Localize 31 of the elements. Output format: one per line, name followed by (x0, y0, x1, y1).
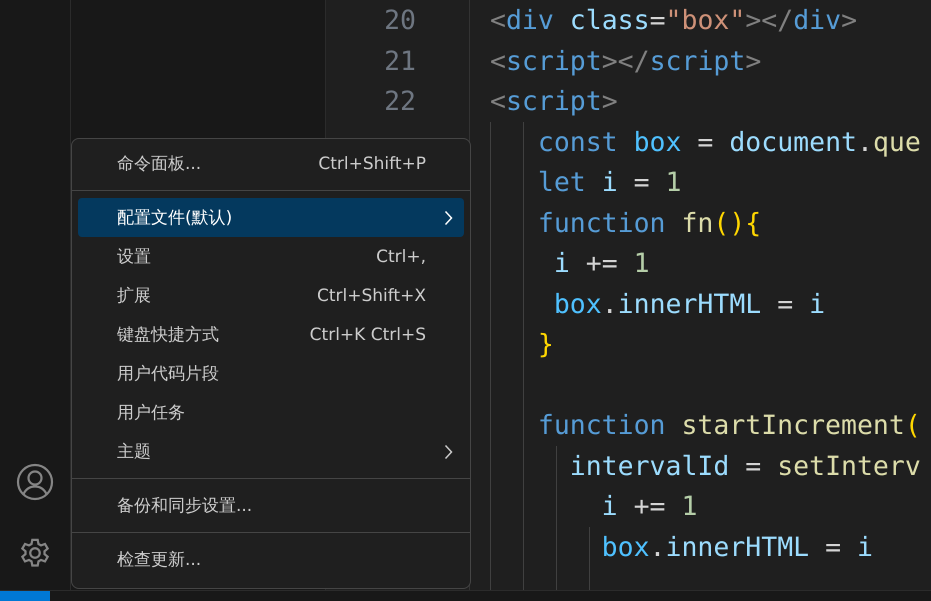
code-line: box.innerHTML = i (552, 288, 826, 322)
menu-item[interactable]: 设置 Ctrl+, (78, 237, 464, 276)
menu-item[interactable]: 检查更新... (78, 540, 464, 579)
code-line: intervalId = setInterv (568, 450, 922, 484)
code-line: box.innerHTML = i (600, 530, 874, 564)
menu-item[interactable]: 命令面板... Ctrl+Shift+P (78, 144, 464, 183)
code-line: <script> (490, 85, 619, 119)
shortcut-text: Ctrl+Shift+P (318, 154, 427, 174)
shortcut-text: Ctrl+Shift+X (316, 286, 427, 306)
code-line: let i = 1 (536, 166, 682, 200)
shortcut-text: Ctrl+K Ctrl+S (310, 324, 427, 344)
menu-item[interactable]: 配置文件(默认) (78, 198, 464, 237)
menu-item[interactable]: 扩展 Ctrl+Shift+X (78, 276, 464, 315)
code-line: function fn(){ (536, 206, 762, 240)
menu-item[interactable]: 备份和同步设置... (78, 486, 464, 525)
line-number: 22 (383, 85, 416, 119)
code-line: i += 1 (552, 247, 651, 281)
account-icon[interactable] (16, 463, 54, 501)
menu-item[interactable]: 主题 (78, 432, 464, 471)
line-number: 20 (383, 4, 416, 38)
code-line: const box = document.que (536, 126, 922, 160)
menu-item[interactable]: 用户任务 (78, 393, 464, 432)
code-line: i += 1 (600, 490, 698, 524)
code-line: function startIncrement( (536, 409, 922, 443)
line-number: 21 (383, 44, 416, 78)
code-line: <div class="box"></div> (490, 4, 858, 38)
shortcut-text: Ctrl+, (376, 246, 427, 266)
menu-item[interactable]: 用户代码片段 (78, 354, 464, 393)
code-line: } (536, 328, 555, 362)
menu-item[interactable]: 键盘快捷方式 Ctrl+K Ctrl+S (78, 315, 464, 354)
code-line: <script></script> (490, 44, 762, 78)
